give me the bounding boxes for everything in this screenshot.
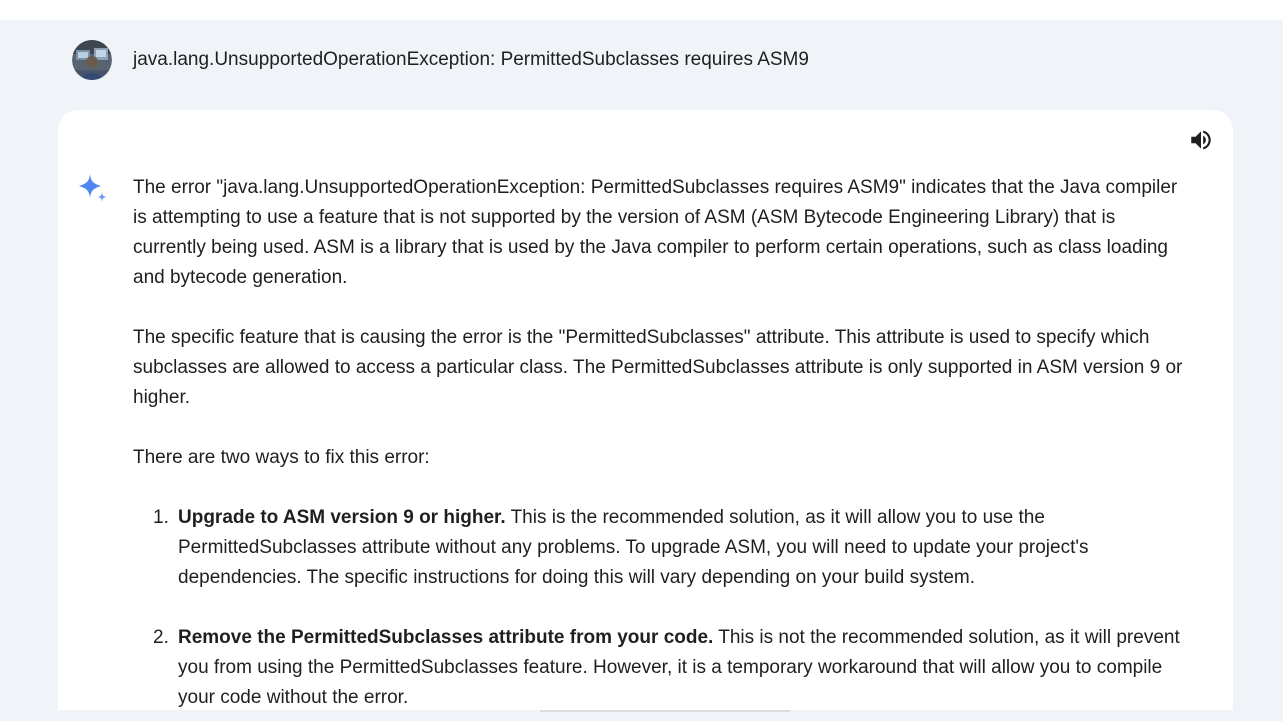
volume-icon (1191, 130, 1211, 150)
response-card: The error "java.lang.UnsupportedOperatio… (58, 110, 1233, 721)
user-avatar-photo (72, 40, 112, 80)
list-item: 2. Remove the PermittedSubclasses attribu… (133, 623, 1193, 713)
list-item-number: 1. (153, 507, 169, 528)
response-paragraph-2: The specific feature that is causing the… (133, 327, 1183, 408)
list-item-title: Upgrade to ASM version 9 or higher. (178, 507, 506, 528)
user-prompt-text: java.lang.UnsupportedOperationException:… (133, 49, 809, 70)
response-paragraph-3: There are two ways to fix this error: (133, 447, 430, 468)
list-item-number: 2. (153, 627, 169, 648)
page: java.lang.UnsupportedOperationException:… (0, 0, 1283, 721)
user-prompt-row: java.lang.UnsupportedOperationException:… (72, 40, 809, 80)
gemini-sparkle-icon (75, 172, 111, 208)
scroll-divider (540, 710, 790, 712)
list-item: 1. Upgrade to ASM version 9 or higher. Th… (133, 503, 1193, 593)
response-body: The error "java.lang.UnsupportedOperatio… (133, 173, 1193, 721)
chat-area: java.lang.UnsupportedOperationException:… (0, 20, 1283, 721)
response-paragraph-1: The error "java.lang.UnsupportedOperatio… (133, 177, 1178, 288)
fix-options-list: 1. Upgrade to ASM version 9 or higher. Th… (133, 503, 1193, 713)
user-avatar[interactable] (72, 40, 112, 80)
list-item-title: Remove the PermittedSubclasses attribute… (178, 627, 714, 648)
read-aloud-button[interactable] (1186, 125, 1216, 155)
